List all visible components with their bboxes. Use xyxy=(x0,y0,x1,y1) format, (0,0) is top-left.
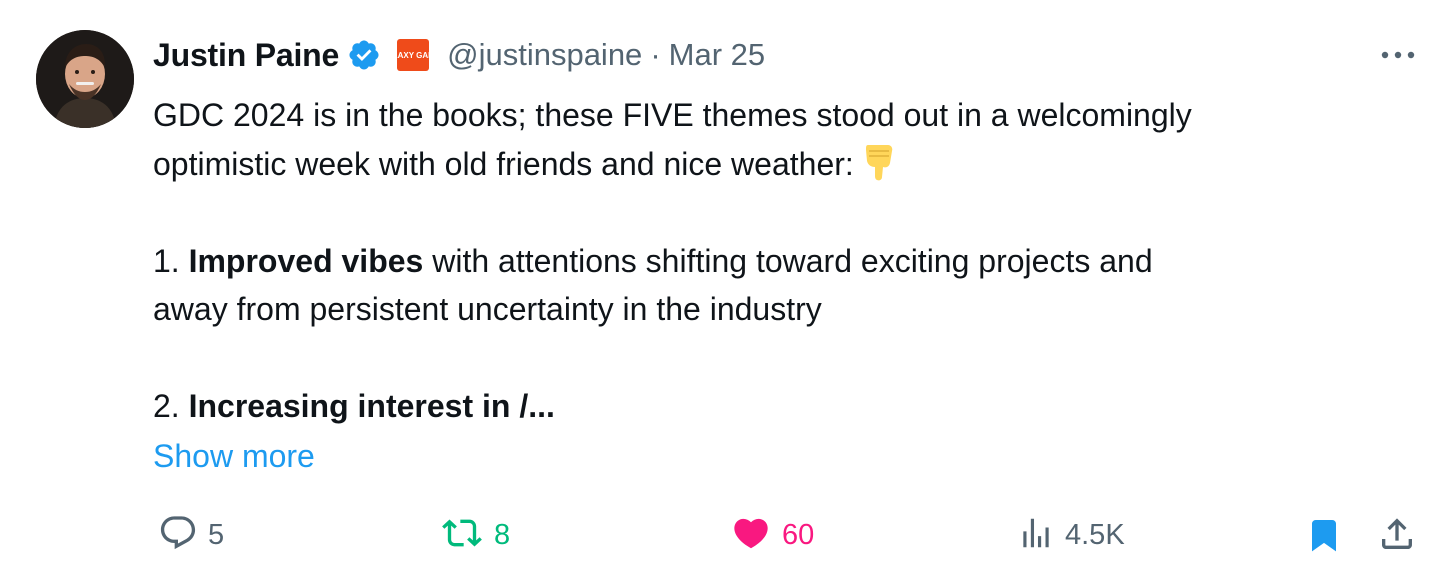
author-name[interactable]: Justin Paine xyxy=(153,37,339,74)
like-button[interactable]: 60 xyxy=(730,510,814,560)
tweet-text: GDC 2024 is in the books; these FIVE the… xyxy=(153,91,1393,431)
tweet-line-2: optimistic week with old friends and nic… xyxy=(153,140,1393,189)
more-options-icon[interactable] xyxy=(1378,40,1418,70)
heart-icon xyxy=(730,513,772,558)
affiliate-badge-icon[interactable]: GALAXY GAMES xyxy=(381,39,445,71)
like-count: 60 xyxy=(782,518,815,551)
avatar-portrait xyxy=(36,30,134,128)
retweet-icon xyxy=(440,513,484,558)
retweet-count: 8 xyxy=(494,518,511,551)
reply-count: 5 xyxy=(208,518,225,551)
tweet-item-1: 1. Improved vibes with attentions shifti… xyxy=(153,237,1393,286)
share-icon[interactable] xyxy=(1377,513,1417,560)
retweet-button[interactable]: 8 xyxy=(440,510,510,560)
bookmark-icon[interactable] xyxy=(1306,513,1342,562)
views-button[interactable]: 4.5K xyxy=(1017,510,1125,560)
views-chart-icon xyxy=(1017,513,1055,558)
pointing-down-icon xyxy=(862,141,896,195)
show-more-link[interactable]: Show more xyxy=(153,432,315,480)
item-1-bold: Improved vibes xyxy=(188,242,424,279)
tweet-line-2-text: optimistic week with old friends and nic… xyxy=(153,145,854,182)
tweet-date[interactable]: Mar 25 xyxy=(669,37,765,73)
avatar[interactable] xyxy=(36,30,134,128)
views-count: 4.5K xyxy=(1065,518,1125,551)
item-2-number: 2. xyxy=(153,388,180,424)
item-1-number: 1. xyxy=(153,242,180,279)
item-2-bold: Increasing interest in /... xyxy=(188,388,555,424)
author-handle[interactable]: @justinspaine xyxy=(447,37,642,73)
tweet-line-1: GDC 2024 is in the books; these FIVE the… xyxy=(153,97,1192,133)
reply-icon xyxy=(158,513,198,558)
reply-button[interactable]: 5 xyxy=(158,510,224,560)
tweet-item-2: 2. Increasing interest in /... xyxy=(153,382,1393,431)
separator: · xyxy=(650,37,661,72)
tweet-item-1-line-2: away from persistent uncertainty in the … xyxy=(153,291,822,327)
tweet-header: Justin Paine GALAXY GAMES @justinspaine … xyxy=(153,32,765,78)
item-1-text: with attentions shifting toward exciting… xyxy=(432,242,1153,279)
verified-badge-icon[interactable] xyxy=(347,38,381,72)
